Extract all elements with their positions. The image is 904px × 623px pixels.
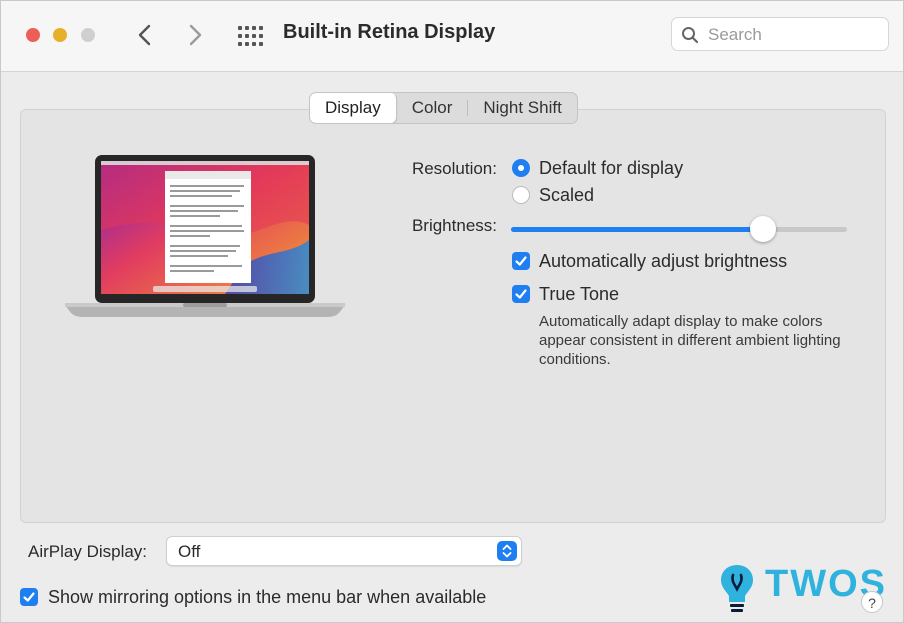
show-all-button[interactable] <box>237 25 263 47</box>
checkmark-icon <box>515 289 527 299</box>
true-tone-checkbox[interactable] <box>512 285 530 303</box>
close-window-button[interactable] <box>26 28 40 42</box>
brightness-fill <box>511 227 763 232</box>
resolution-scaled-radio[interactable] <box>512 186 530 204</box>
tab-color[interactable]: Color <box>397 93 468 123</box>
true-tone-description: Automatically adapt display to make colo… <box>539 313 841 368</box>
brightness-slider-thumb[interactable] <box>750 216 776 242</box>
resolution-default-radio[interactable] <box>512 159 530 177</box>
tab-bar: Display Color Night Shift <box>309 92 578 124</box>
resolution-scaled-label[interactable]: Scaled <box>539 185 594 206</box>
select-arrows-icon <box>497 541 517 561</box>
airplay-display-label: AirPlay Display: <box>28 542 148 561</box>
tab-night-shift[interactable]: Night Shift <box>468 93 576 123</box>
help-button[interactable]: ? <box>861 591 883 613</box>
search-input[interactable] <box>706 24 880 46</box>
resolution-default-label[interactable]: Default for display <box>539 158 683 179</box>
brightness-label: Brightness: <box>411 216 497 235</box>
airplay-display-select[interactable]: Off <box>166 536 522 566</box>
preferences-window: Built-in Retina Display Display Color Ni… <box>0 0 904 623</box>
checkmark-icon <box>23 592 35 602</box>
mirroring-checkbox[interactable] <box>20 588 38 606</box>
auto-brightness-checkbox[interactable] <box>512 252 530 270</box>
checkmark-icon <box>515 256 527 266</box>
true-tone-label[interactable]: True Tone <box>539 284 619 305</box>
search-field[interactable] <box>671 17 889 51</box>
tab-display[interactable]: Display <box>310 93 397 123</box>
mirroring-label[interactable]: Show mirroring options in the menu bar w… <box>48 587 486 608</box>
resolution-label: Resolution: <box>411 159 497 178</box>
grid-icon <box>238 26 263 46</box>
toolbar: Built-in Retina Display <box>1 1 903 72</box>
window-title: Built-in Retina Display <box>283 21 496 43</box>
lightbulb-logo-icon <box>721 565 753 612</box>
minimize-window-button[interactable] <box>53 28 67 42</box>
forward-button[interactable] <box>184 21 206 49</box>
chevron-right-icon <box>189 24 202 46</box>
chevron-left-icon <box>138 24 151 46</box>
back-button[interactable] <box>134 21 156 49</box>
auto-brightness-label[interactable]: Automatically adjust brightness <box>539 251 787 272</box>
zoom-window-button[interactable] <box>81 28 95 42</box>
brightness-slider[interactable] <box>511 216 847 242</box>
macbook-illustration <box>65 155 345 325</box>
airplay-display-value: Off <box>178 542 201 561</box>
search-icon <box>682 27 699 44</box>
